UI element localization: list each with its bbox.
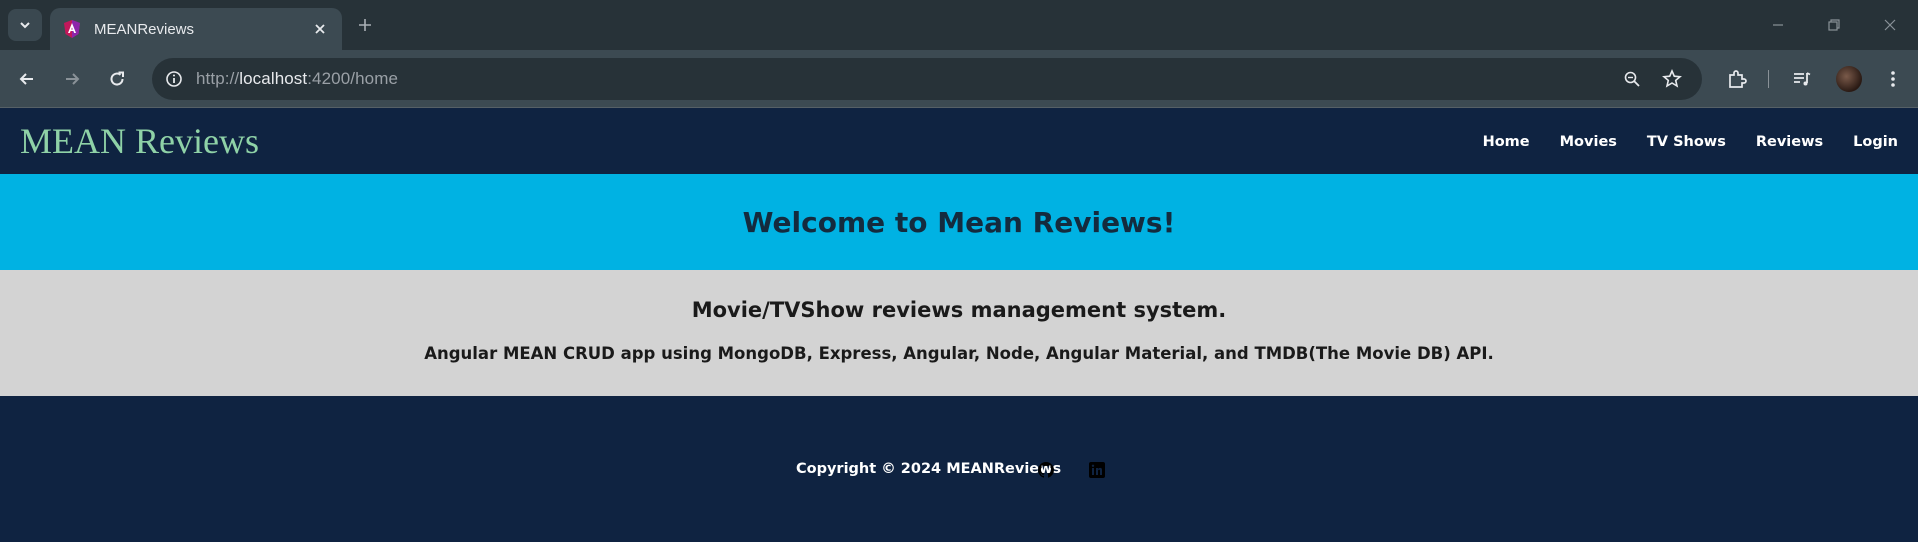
linkedin-icon [1089, 462, 1105, 478]
url-path: :4200/home [307, 69, 399, 88]
brand-logo[interactable]: MEAN Reviews [20, 120, 259, 162]
hero-title: Welcome to Mean Reviews! [742, 205, 1176, 239]
nav-movies[interactable]: Movies [1560, 134, 1617, 150]
window-close-button[interactable] [1876, 12, 1904, 38]
tab-title: MEANReviews [94, 20, 195, 38]
profile-avatar[interactable] [1836, 66, 1862, 92]
hero-banner: Welcome to Mean Reviews! [0, 174, 1918, 270]
tab-search-button[interactable] [8, 9, 42, 41]
github-icon [1038, 462, 1054, 478]
reload-button[interactable] [101, 63, 133, 95]
nav-tv-shows[interactable]: TV Shows [1647, 134, 1726, 150]
back-icon [19, 73, 33, 85]
nav-reviews[interactable]: Reviews [1756, 134, 1823, 150]
window-close-icon [1884, 19, 1896, 31]
copyright-text: Copyright © 2024 MEANReviews [796, 461, 1062, 477]
info-icon [166, 71, 182, 87]
back-button[interactable] [11, 63, 43, 95]
main-nav: Home Movies TV Shows Reviews Login [1453, 109, 1898, 174]
footer: Copyright © 2024 MEANReviews [0, 396, 1918, 542]
zoom-button[interactable] [1620, 67, 1644, 91]
site-info-button[interactable] [162, 67, 186, 91]
star-icon [1662, 69, 1682, 88]
toolbar-separator [1768, 70, 1769, 88]
nav-home[interactable]: Home [1483, 134, 1530, 150]
angular-favicon-icon [64, 20, 80, 38]
url-host: localhost [239, 69, 308, 88]
nav-login[interactable]: Login [1853, 134, 1898, 150]
browser-menu-button[interactable] [1880, 66, 1906, 92]
extensions-icon [1729, 70, 1747, 88]
app-header: MEAN Reviews Home Movies TV Shows Review… [0, 109, 1918, 174]
about-section: Movie/TVShow reviews management system. … [0, 270, 1918, 396]
browser-toolbar: http://localhost:4200/home [0, 50, 1918, 108]
restore-button[interactable] [1820, 12, 1848, 38]
forward-icon [66, 73, 80, 85]
new-tab-button[interactable] [352, 12, 378, 38]
github-link[interactable] [1036, 460, 1056, 480]
url-text: http://localhost:4200/home [196, 69, 398, 89]
reading-list-button[interactable] [1789, 66, 1815, 92]
address-bar[interactable]: http://localhost:4200/home [152, 58, 1702, 100]
zoom-icon [1624, 71, 1640, 87]
linkedin-link[interactable] [1087, 460, 1107, 480]
browser-tab[interactable]: MEANReviews [50, 8, 342, 50]
about-heading: Movie/TVShow reviews management system. [691, 298, 1227, 322]
tab-close-button[interactable] [310, 19, 330, 39]
plus-icon [359, 19, 371, 31]
restore-icon [1828, 19, 1840, 31]
chevron-down-icon [20, 22, 30, 29]
extensions-button[interactable] [1724, 66, 1750, 92]
minimize-button[interactable] [1764, 12, 1792, 38]
close-icon [315, 24, 325, 34]
about-description: Angular MEAN CRUD app using MongoDB, Exp… [424, 344, 1494, 363]
browser-tab-strip: MEANReviews [0, 0, 1918, 50]
reload-icon [110, 71, 124, 86]
url-scheme: http:// [196, 69, 240, 88]
reading-list-icon [1794, 72, 1811, 86]
forward-button[interactable] [56, 63, 88, 95]
bookmark-button[interactable] [1660, 67, 1684, 91]
minimize-icon [1773, 24, 1783, 26]
more-vertical-icon [1891, 71, 1895, 87]
